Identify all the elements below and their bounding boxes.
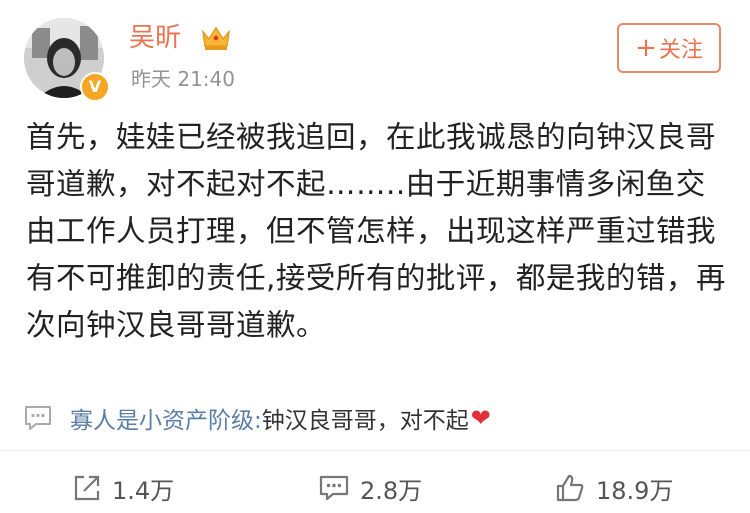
comment-text: 钟汉良哥哥，对不起 <box>261 408 469 434</box>
like-button[interactable]: 18.9万 <box>554 463 673 513</box>
commenter-name[interactable]: 寡人是小资产阶级: <box>70 401 262 435</box>
comments-button[interactable]: 2.8万 <box>318 463 422 513</box>
thumbs-up-icon <box>556 474 584 502</box>
repost-icon <box>74 475 100 501</box>
comments-icon <box>319 475 349 501</box>
repost-button[interactable]: 1.4万 <box>72 463 174 513</box>
crown-icon <box>201 26 231 50</box>
featured-comment[interactable]: 寡人是小资产阶级: 钟汉良哥哥，对不起 ❤ <box>22 393 732 443</box>
username[interactable]: 吴昕 <box>129 20 181 56</box>
action-bar: 1.4万 2.8万 18.9万 <box>0 463 750 513</box>
post-text: 首先，娃娃已经被我追回，在此我诚恳的向钟汉良哥哥道歉，对不起对不起……..由于近… <box>26 120 726 342</box>
heart-emoji: ❤ <box>470 404 491 432</box>
plus-icon: + <box>635 33 657 63</box>
divider <box>0 450 750 451</box>
follow-label: 关注 <box>658 38 703 63</box>
comments-count: 2.8万 <box>360 476 423 505</box>
likes-count: 18.9万 <box>596 476 674 505</box>
comment-icon <box>25 406 51 430</box>
timestamp: 昨天 21:40 <box>131 67 235 91</box>
follow-button[interactable]: + 关注 <box>617 23 721 73</box>
repost-count: 1.4万 <box>112 476 175 505</box>
verified-badge: V <box>80 72 110 102</box>
